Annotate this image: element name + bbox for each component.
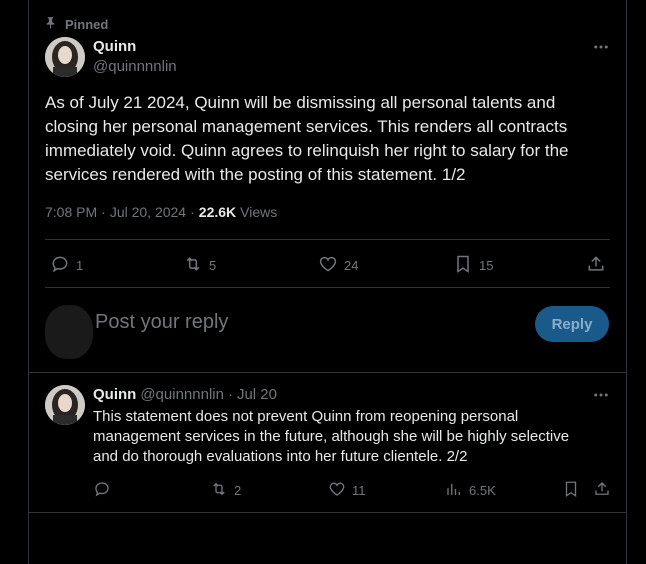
reply-button[interactable]: [93, 480, 111, 501]
divider: [45, 239, 610, 240]
reply-author-handle[interactable]: @quinnnnlin: [140, 386, 224, 403]
reply-button[interactable]: 1: [50, 254, 83, 277]
reply-input[interactable]: [95, 311, 515, 334]
views-label: Views: [240, 204, 278, 220]
composer-avatar: [45, 305, 93, 359]
retweet-button[interactable]: 2: [210, 480, 241, 501]
bookmark-button[interactable]: 15: [453, 254, 493, 277]
author-handle[interactable]: @quinnnnlin: [93, 58, 177, 75]
like-count: 24: [344, 258, 359, 273]
heart-icon: [318, 254, 338, 277]
pin-icon: [44, 16, 57, 32]
tweet-meta: 7:08 PM · Jul 20, 2024 · 22.6K Views: [45, 204, 277, 220]
reply-separator: ·: [227, 386, 233, 403]
views-count: 6.5K: [469, 483, 496, 498]
avatar[interactable]: [45, 385, 85, 425]
tweet-date[interactable]: Jul 20, 2024: [110, 204, 186, 220]
bookmark-icon: [562, 480, 580, 501]
share-icon: [586, 254, 606, 277]
more-icon[interactable]: [591, 385, 611, 405]
bookmark-count: 15: [479, 258, 494, 273]
reply-text: This statement does not prevent Quinn fr…: [93, 408, 570, 465]
more-icon[interactable]: [591, 37, 611, 57]
retweet-button[interactable]: 5: [183, 254, 216, 277]
like-button[interactable]: 11: [328, 480, 366, 501]
reply-count: 1: [76, 258, 84, 273]
views-button[interactable]: 6.5K: [445, 480, 496, 501]
share-icon: [593, 480, 611, 501]
retweet-count: 5: [209, 258, 217, 273]
author-name[interactable]: Quinn: [93, 38, 136, 55]
meta-separator: ·: [190, 204, 195, 220]
views-icon: [445, 480, 463, 501]
share-button[interactable]: [586, 254, 606, 277]
retweet-icon: [210, 480, 228, 501]
avatar[interactable]: [45, 37, 85, 77]
reply-submit-button[interactable]: Reply: [535, 306, 609, 342]
like-button[interactable]: 24: [318, 254, 358, 277]
reply-header: Quinn @quinnnnlin · Jul 20: [93, 386, 277, 403]
heart-icon: [328, 480, 346, 501]
bookmark-icon: [453, 254, 473, 277]
tweet-time[interactable]: 7:08 PM: [45, 204, 97, 220]
reply-date[interactable]: Jul 20: [237, 386, 277, 403]
views-count: 22.6K: [198, 204, 237, 220]
reply-icon: [50, 254, 70, 277]
divider: [45, 287, 610, 288]
reply-icon: [93, 480, 111, 501]
divider: [29, 512, 626, 513]
like-count: 11: [352, 483, 366, 498]
retweet-icon: [183, 254, 203, 277]
share-button[interactable]: [593, 480, 611, 501]
pinned-label: Pinned: [65, 16, 109, 32]
bookmark-button[interactable]: [562, 480, 580, 501]
tweet-text: As of July 21 2024, Quinn will be dismis…: [45, 93, 569, 184]
pinned-indicator: Pinned: [44, 16, 108, 32]
meta-separator: ·: [101, 204, 106, 220]
retweet-count: 2: [234, 483, 242, 498]
reply-author-name[interactable]: Quinn: [93, 386, 136, 403]
divider: [29, 372, 626, 373]
